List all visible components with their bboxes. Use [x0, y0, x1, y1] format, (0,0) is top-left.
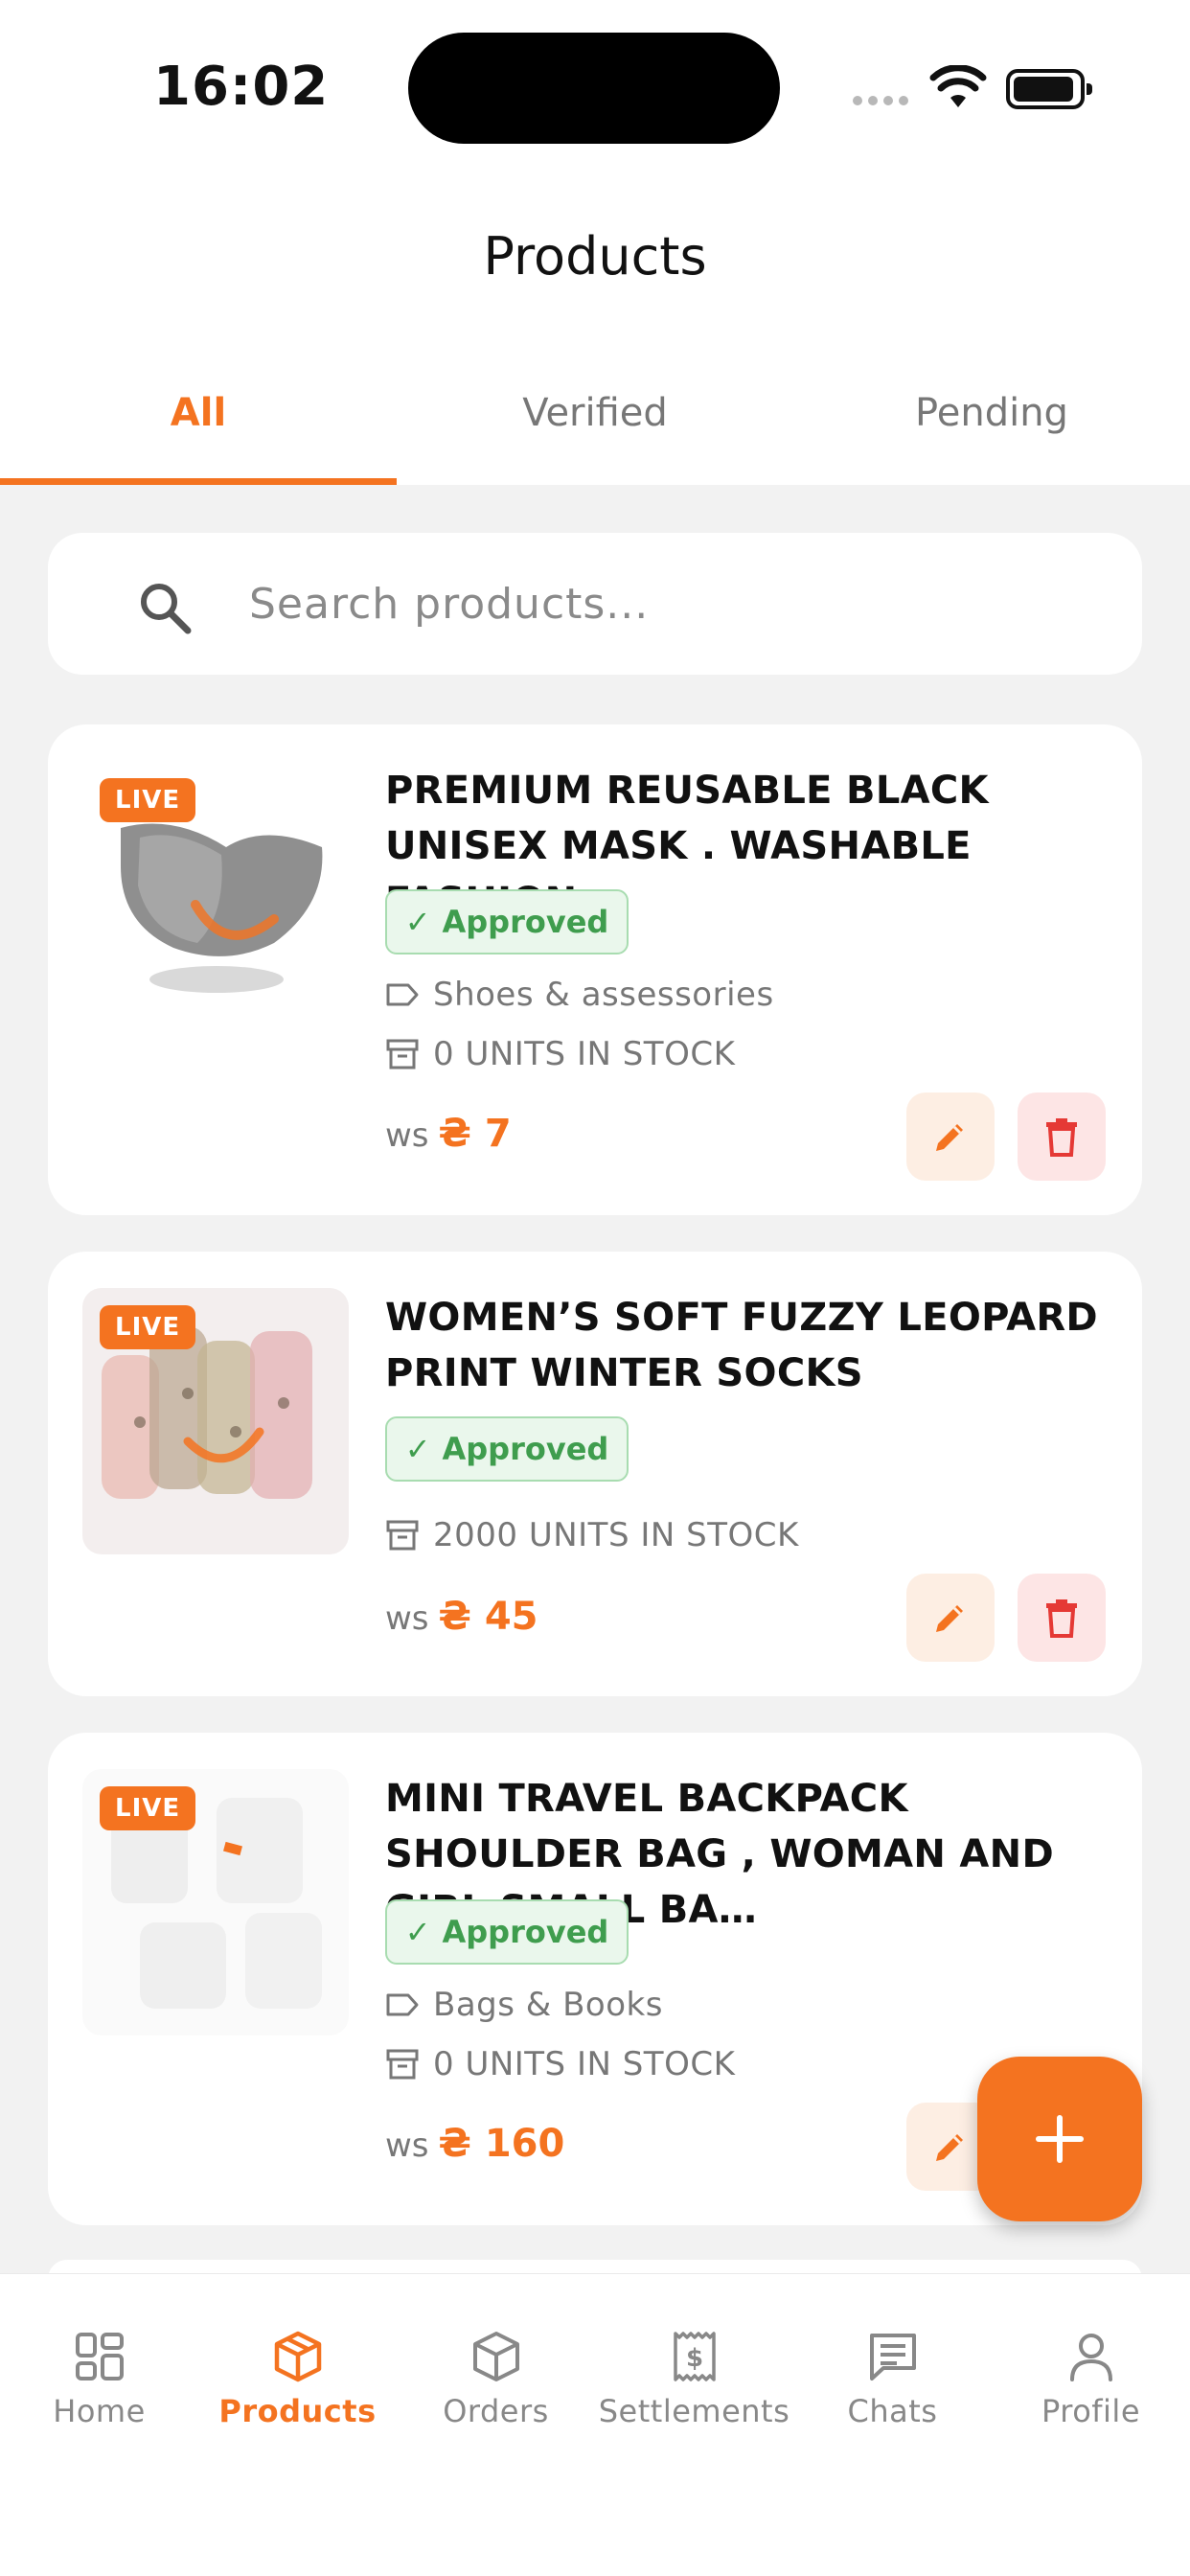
price-value: ₴ 45	[438, 1595, 538, 1639]
check-icon: ✓	[404, 904, 431, 940]
box-icon	[274, 2331, 321, 2382]
tag-icon	[386, 1993, 419, 2016]
search-bar	[48, 533, 1142, 675]
cellular-signal-icon	[853, 96, 908, 105]
nav-chats[interactable]: Chats	[793, 2330, 992, 2429]
status-label: Approved	[442, 904, 609, 940]
products-screen: 16:02 Products All Verified Pending Sear…	[0, 0, 1190, 2576]
chat-icon	[869, 2334, 916, 2380]
package-icon	[472, 2332, 519, 2381]
product-title: WOMEN’S SOFT FUZZY LEOPARD PRINT WINTER …	[385, 1296, 1098, 1395]
battery-icon	[1006, 69, 1092, 109]
svg-text:$: $	[685, 2344, 702, 2373]
wifi-icon	[929, 65, 987, 107]
live-badge: LIVE	[100, 778, 196, 822]
product-card[interactable]: LIVE PREMIUM REUSABLE BLACK UNISEX MASK …	[48, 724, 1142, 1215]
filter-tabs: All Verified Pending	[0, 374, 1190, 485]
price-value: ₴ 7	[438, 1112, 512, 1156]
nav-orders[interactable]: Orders	[397, 2330, 595, 2429]
page-title: Products	[483, 226, 707, 287]
status-label: Approved	[442, 1914, 609, 1950]
stock-label: 0 UNITS IN STOCK	[433, 1035, 736, 1073]
pencil-icon	[936, 1124, 963, 1151]
stock-label: 2000 UNITS IN STOCK	[433, 1516, 799, 1554]
pencil-icon	[936, 1605, 963, 1632]
category-label: Bags & Books	[433, 1986, 663, 2024]
price-prefix: ws	[385, 1599, 429, 1638]
check-icon: ✓	[404, 1914, 431, 1950]
nav-label: Products	[218, 2393, 377, 2429]
price-row: ws ₴ 7	[385, 1112, 512, 1156]
trash-icon	[1046, 1599, 1077, 1638]
delete-button[interactable]	[1018, 1092, 1106, 1181]
nav-settlements[interactable]: $ Settlements	[595, 2330, 793, 2429]
live-badge: LIVE	[100, 1305, 196, 1349]
tab-pending[interactable]: Pending	[793, 374, 1190, 485]
stock-row: 0 UNITS IN STOCK	[385, 2045, 735, 2083]
user-icon	[1069, 2334, 1112, 2381]
stock-row: 0 UNITS IN STOCK	[385, 1035, 735, 1073]
stock-row: 2000 UNITS IN STOCK	[385, 1516, 799, 1554]
product-card[interactable]: LIVE WOMEN’S SOFT FUZZY LEOPARD PRINT WI…	[48, 1252, 1142, 1696]
tag-icon	[386, 983, 419, 1006]
archive-icon	[386, 2049, 419, 2080]
add-product-button[interactable]	[977, 2057, 1142, 2221]
dynamic-island	[408, 33, 780, 144]
status-badge: ✓ Approved	[385, 889, 629, 954]
tab-all[interactable]: All	[0, 374, 397, 485]
nav-label: Home	[53, 2393, 146, 2429]
trash-icon	[1046, 1118, 1077, 1157]
nav-label: Orders	[443, 2393, 549, 2429]
nav-label: Settlements	[598, 2393, 790, 2429]
category-label: Shoes & assessories	[433, 976, 774, 1014]
nav-products[interactable]: Products	[198, 2330, 397, 2429]
grid-icon	[75, 2333, 124, 2380]
archive-icon	[386, 1039, 419, 1070]
edit-button[interactable]	[906, 1574, 995, 1662]
edit-button[interactable]	[906, 1092, 995, 1181]
top-bar: 16:02 Products All Verified Pending	[0, 0, 1190, 485]
search-icon	[141, 584, 192, 634]
bottom-navigation: Home Products Orders $ Settlements Chats…	[0, 2273, 1190, 2576]
pencil-icon	[936, 2134, 963, 2161]
price-prefix: ws	[385, 2127, 429, 2165]
stock-label: 0 UNITS IN STOCK	[433, 2045, 736, 2083]
live-badge: LIVE	[100, 1786, 196, 1830]
archive-icon	[386, 1520, 419, 1551]
nav-home[interactable]: Home	[0, 2330, 198, 2429]
price-row: ws ₴ 45	[385, 1595, 538, 1639]
nav-profile[interactable]: Profile	[992, 2330, 1190, 2429]
delete-button[interactable]	[1018, 1574, 1106, 1662]
plus-icon	[1036, 2115, 1084, 2163]
status-badge: ✓ Approved	[385, 1899, 629, 1965]
status-badge: ✓ Approved	[385, 1416, 629, 1482]
price-row: ws ₴ 160	[385, 2122, 564, 2166]
search-input[interactable]	[249, 575, 1092, 632]
category-row: Shoes & assessories	[385, 976, 774, 1014]
status-label: Approved	[442, 1431, 609, 1467]
nav-label: Profile	[1041, 2393, 1140, 2429]
receipt-icon: $	[673, 2332, 716, 2381]
check-icon: ✓	[404, 1431, 431, 1467]
status-time: 16:02	[153, 56, 330, 118]
price-prefix: ws	[385, 1116, 429, 1155]
nav-label: Chats	[847, 2393, 938, 2429]
category-row: Bags & Books	[385, 1986, 663, 2024]
price-value: ₴ 160	[438, 2122, 565, 2166]
tab-verified[interactable]: Verified	[397, 374, 793, 485]
